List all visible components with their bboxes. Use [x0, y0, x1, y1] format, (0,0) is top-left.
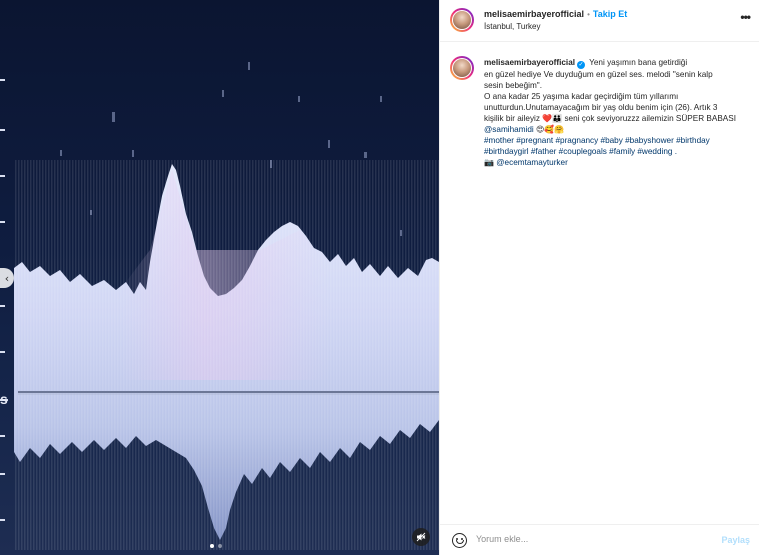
hashtags-line[interactable]: #birthdaygirl #father #couplegoals #fami…: [484, 146, 752, 157]
svg-text:s: s: [0, 391, 8, 407]
caption-text-line: sesin bebeğim".: [484, 81, 542, 90]
avatar[interactable]: [450, 8, 474, 32]
comment-input[interactable]: [476, 534, 696, 544]
caption-text-line: kişilik bir aileyiz: [484, 114, 540, 123]
more-options-icon[interactable]: •••: [740, 10, 751, 24]
caption-username-link[interactable]: melisaemirbayerofficial: [484, 58, 575, 67]
post-details-panel: melisaemirbayerofficial • Takip Et İstan…: [439, 0, 759, 555]
post-caption: melisaemirbayerofficial ✓ Yeni yaşımın ba…: [484, 57, 752, 168]
caption-text-line: Yeni yaşımın bana getirdiği: [589, 58, 688, 67]
heart-family-emoji: ❤️👪: [542, 114, 563, 123]
separator-dot: •: [587, 9, 590, 19]
ultrasound-waveform-image: s: [0, 62, 439, 550]
carousel-dot-active: [210, 544, 214, 548]
camera-icon: 📷: [484, 158, 494, 167]
caption-text-line: seni çok seviyoruzzz ailemizin SÜPER BAB…: [564, 114, 736, 123]
caption-text-line: O ana kadar 25 yaşıma kadar geçirdiğim t…: [484, 92, 679, 101]
post-comment-button[interactable]: Paylaş: [721, 535, 750, 545]
caption-text-line: unutturdun.Unutamayacağım bir yaş oldu b…: [484, 103, 718, 112]
caption-text-line: en güzel hediye Ve duyduğum en güzel ses…: [484, 70, 713, 79]
speaker-muted-icon: [416, 532, 426, 542]
post-media[interactable]: s ‹: [0, 0, 439, 555]
carousel-indicator: [210, 544, 222, 548]
caption-avatar[interactable]: [450, 56, 474, 80]
smile-icon[interactable]: [452, 533, 467, 548]
mention-link[interactable]: @samihamidi: [484, 125, 534, 134]
verified-badge-icon: ✓: [577, 61, 586, 69]
header-username-link[interactable]: melisaemirbayerofficial: [484, 9, 584, 19]
follow-button[interactable]: Takip Et: [593, 9, 627, 19]
credit-mention-link[interactable]: @ecemtamayturker: [496, 158, 568, 167]
mute-toggle-button[interactable]: [412, 528, 430, 546]
chevron-left-icon: ‹: [4, 271, 10, 285]
post-header: melisaemirbayerofficial • Takip Et İstan…: [440, 0, 759, 42]
hashtags-line[interactable]: #mother #pregnant #pragnancy #baby #baby…: [484, 135, 752, 146]
carousel-dot: [218, 544, 222, 548]
comment-bar: Paylaş: [440, 524, 759, 555]
location-link[interactable]: İstanbul, Turkey: [484, 22, 540, 31]
face-emoji: 😍🥰🤗: [536, 125, 565, 134]
